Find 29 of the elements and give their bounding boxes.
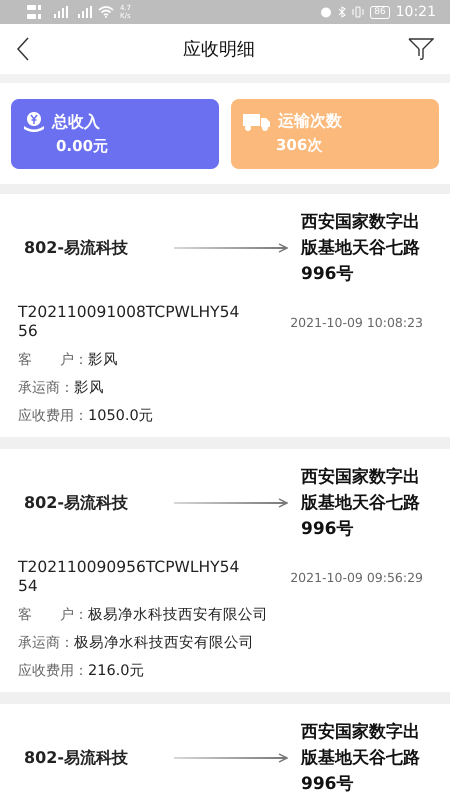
summary-value: 306次 [275,136,324,155]
clock-time: 10:21 [396,4,436,20]
summary-label: 总收入 [52,112,100,132]
order-number: T202110090956TCPWLHY5454 [18,558,240,596]
destination-address: 西安国家数字出版基地天谷七路996号 [301,721,421,796]
field-value: 影风 [88,352,118,368]
field-value: 影风 [74,380,104,396]
destination-address: 西安国家数字出版基地天谷七路996号 [301,466,421,541]
order-number: T202110091008TCPWLHY5456 [18,303,240,341]
field-value: 极易净水科技西安有限公司 [74,635,254,651]
field-value: 极易净水科技西安有限公司 [88,607,268,623]
page-title: 应收明细 [183,38,255,61]
field-label: 应收费用： [18,408,88,424]
field-label: 承运商： [18,380,74,396]
field-value: 1050.0元 [88,408,154,424]
summary-value: 0.00元 [55,137,110,156]
field-label: 承运商： [18,635,74,651]
order-time: 2021-10-09 10:08:23 [290,314,423,330]
order-time: 2021-10-09 09:56:29 [290,570,423,584]
field-label: 客 户： [18,352,88,368]
field-label: 应收费用： [18,663,88,679]
origin-name: 802-易流科技 [23,748,130,768]
battery-level: 86 [370,6,390,18]
summary-label: 运输次数 [278,111,342,132]
field-label: 客 户： [18,607,88,623]
field-value: 216.0元 [88,663,145,679]
destination-address: 西安国家数字出版基地天谷七路996号 [301,211,421,286]
origin-name: 802-易流科技 [23,238,130,258]
origin-name: 802-易流科技 [23,492,130,514]
